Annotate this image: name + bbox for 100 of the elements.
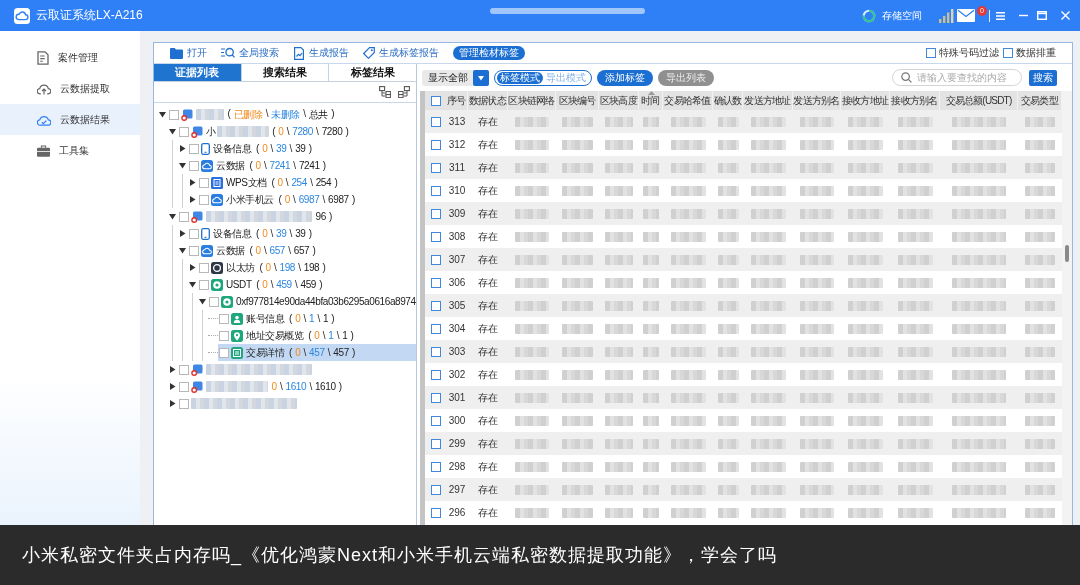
sidebar-item[interactable]: 工具集 (0, 135, 140, 166)
tab[interactable]: 证据列表 (154, 64, 242, 81)
table-row[interactable]: 307 存在 (425, 248, 1062, 271)
checkbox[interactable] (179, 364, 189, 375)
tab[interactable]: 标签结果 (329, 64, 416, 81)
table-row[interactable]: 297 存在 (425, 478, 1062, 501)
tree-item[interactable]: 0xf977814e90da44bfa03b6295a0616a8974 (208, 293, 416, 310)
caret-down-icon[interactable] (179, 162, 186, 169)
tree-item[interactable]: USDT ( 0 \ 459 \ 459 ) (198, 276, 326, 293)
checkbox[interactable] (199, 177, 209, 188)
search-button[interactable]: 搜索 (1029, 69, 1057, 86)
checkbox[interactable] (219, 347, 229, 358)
checkbox[interactable] (189, 245, 199, 256)
tree-item[interactable]: 96 ) (178, 208, 336, 225)
tag-report-button[interactable]: 生成标签报告 (363, 46, 439, 60)
tree-item[interactable]: 设备信息 ( 0 \ 39 \ 39 ) (188, 225, 316, 242)
checkbox[interactable] (179, 398, 189, 409)
checkbox[interactable] (430, 300, 441, 311)
tree-item[interactable]: 以太坊 ( 0 \ 198 \ 198 ) (198, 259, 329, 276)
table-row[interactable]: 301 存在 (425, 386, 1062, 409)
checkbox[interactable] (199, 262, 209, 273)
caret-down-icon[interactable] (179, 247, 186, 254)
caret-right-icon[interactable] (169, 366, 176, 373)
caret-right-icon[interactable] (189, 196, 196, 203)
checkbox[interactable] (189, 143, 199, 154)
checkbox[interactable] (189, 160, 199, 171)
tree-item[interactable]: 交易详情 ( 0 \ 457 \ 457 ) (218, 344, 416, 361)
table-row[interactable]: 309 存在 (425, 202, 1062, 225)
tree-item[interactable]: WPS文档 ( 0 \ 254 \ 254 ) (198, 174, 341, 191)
close-icon[interactable] (1061, 11, 1070, 20)
storage-button[interactable]: 存储空间 (862, 8, 922, 23)
table-row[interactable]: 303 存在 (425, 340, 1062, 363)
caret-down-icon[interactable] (159, 111, 166, 118)
tree-structure-icon[interactable] (379, 86, 391, 98)
checkbox[interactable] (219, 330, 229, 341)
checkbox[interactable] (430, 346, 441, 357)
mail-icon[interactable] (957, 9, 975, 22)
checkbox[interactable] (430, 185, 441, 196)
drag-handle[interactable] (490, 8, 645, 14)
checkbox[interactable] (430, 507, 441, 518)
report-button[interactable]: 生成报告 (293, 46, 349, 60)
checkbox[interactable] (209, 296, 219, 307)
tree-item[interactable]: 云数据 ( 0 \ 7241 \ 7241 ) (188, 157, 330, 174)
checkbox[interactable] (430, 461, 441, 472)
checkbox-label[interactable]: 数据排重 (1016, 46, 1056, 60)
tab[interactable]: 搜索结果 (241, 64, 330, 81)
table-row[interactable]: 305 存在 (425, 294, 1062, 317)
mode-option[interactable]: 标签模式 (497, 71, 543, 84)
tree-item[interactable]: 地址交易概览 ( 0 \ 1 \ 1 ) (218, 327, 358, 344)
tree-item[interactable]: ( 已删除 \ 未删除 \ 总共 ) (168, 106, 338, 123)
tree-item[interactable]: 设备信息 ( 0 \ 39 \ 39 ) (188, 140, 316, 157)
checkbox-label[interactable]: 特殊号码过滤 (939, 46, 999, 60)
maximize-icon[interactable] (1037, 11, 1047, 20)
caret-right-icon[interactable] (189, 264, 196, 271)
checkbox[interactable] (430, 369, 441, 380)
global-search-button[interactable]: 全局搜索 (221, 46, 279, 60)
checkbox[interactable] (926, 48, 936, 58)
caret-down-icon[interactable] (169, 128, 176, 135)
tree-item[interactable]: 云数据 ( 0 \ 657 \ 657 ) (188, 242, 319, 259)
checkbox[interactable] (430, 254, 441, 265)
table-row[interactable]: 299 存在 (425, 432, 1062, 455)
table-row[interactable]: 311 存在 (425, 156, 1062, 179)
tree-item[interactable] (178, 361, 314, 378)
table-row[interactable]: 313 存在 (425, 110, 1062, 133)
sidebar-item[interactable]: 云数据提取 (0, 73, 140, 104)
checkbox[interactable] (179, 211, 189, 222)
scrollbar[interactable] (1062, 91, 1072, 525)
sidebar-item[interactable]: 案件管理 (0, 42, 140, 73)
tree-structure-icon[interactable] (398, 86, 410, 98)
tree-item[interactable]: 账号信息 ( 0 \ 1 \ 1 ) (218, 310, 338, 327)
add-tag-button[interactable]: 添加标签 (597, 69, 653, 86)
checkbox[interactable] (430, 438, 441, 449)
checkbox[interactable] (430, 415, 441, 426)
tree-item[interactable]: 0 \ 1610 \ 1610 ) (178, 378, 346, 395)
checkbox[interactable] (430, 323, 441, 334)
checkbox[interactable] (430, 139, 441, 150)
caret-right-icon[interactable] (169, 383, 176, 390)
checkbox[interactable] (189, 228, 199, 239)
checkbox[interactable] (430, 95, 441, 106)
checkbox[interactable] (430, 116, 441, 127)
filter-dropdown[interactable]: 显示全部 (422, 69, 489, 86)
scrollbar-thumb[interactable] (1065, 245, 1069, 262)
menu-icon[interactable] (996, 11, 1005, 20)
checkbox[interactable] (430, 277, 441, 288)
caret-right-icon[interactable] (179, 230, 186, 237)
checkbox[interactable] (430, 162, 441, 173)
manage-tags-button[interactable]: 管理检材标签 (453, 46, 525, 60)
sidebar-item[interactable]: 云数据结果 (0, 104, 140, 135)
tree-item[interactable]: 小米手机云 ( 0 \ 6987 \ 6987 ) (198, 191, 359, 208)
caret-right-icon[interactable] (179, 145, 186, 152)
caret-right-icon[interactable] (169, 400, 176, 407)
checkbox[interactable] (219, 313, 229, 324)
checkbox[interactable] (199, 279, 209, 290)
open-button[interactable]: 打开 (170, 46, 207, 60)
checkbox[interactable] (199, 194, 209, 205)
checkbox[interactable] (430, 392, 441, 403)
checkbox[interactable] (430, 208, 441, 219)
checkbox[interactable] (1003, 48, 1013, 58)
caret-right-icon[interactable] (189, 179, 196, 186)
checkbox[interactable] (169, 109, 179, 120)
